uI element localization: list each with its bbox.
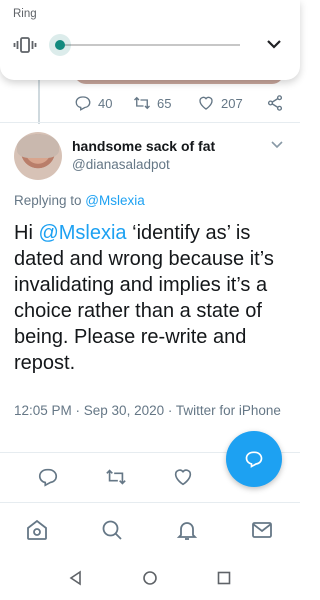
previous-like-button[interactable]: 207: [197, 94, 243, 112]
like-icon[interactable]: [172, 466, 194, 488]
back-icon[interactable]: [68, 570, 84, 586]
tweet-text-body: ‘identify as’ is dated and wrong because…: [14, 222, 274, 374]
more-caret-icon[interactable]: [270, 140, 284, 150]
vibrate-icon[interactable]: [13, 36, 37, 54]
previous-share-button[interactable]: [266, 94, 284, 112]
ring-volume-slider-track[interactable]: [58, 44, 240, 46]
reply-icon: [75, 96, 91, 111]
search-icon[interactable]: [100, 518, 124, 542]
system-navigation-bar: [0, 556, 300, 600]
reply-count: 40: [98, 95, 113, 111]
ring-volume-slider-thumb[interactable]: [55, 40, 65, 50]
divider: [0, 122, 300, 123]
compose-reply-icon: [245, 451, 263, 468]
retweet-icon: [134, 96, 150, 110]
previous-reply-button[interactable]: 40: [74, 94, 112, 112]
previous-retweet-button[interactable]: 65: [133, 94, 171, 112]
tweet-text-prefix: Hi: [14, 222, 39, 244]
ring-label: Ring: [13, 8, 37, 20]
compose-reply-button[interactable]: [226, 431, 282, 487]
replying-to-link[interactable]: @Mslexia: [85, 193, 144, 208]
user-handle[interactable]: @dianasaladpot: [72, 157, 170, 172]
reply-icon[interactable]: [37, 466, 59, 488]
replying-to: Replying to @Mslexia: [14, 193, 145, 208]
home-icon[interactable]: [25, 518, 49, 542]
replying-prefix: Replying to: [14, 193, 86, 208]
avatar-hair: [17, 134, 59, 158]
notifications-icon[interactable]: [175, 518, 199, 542]
home-circle-icon[interactable]: [142, 570, 158, 586]
like-count: 207: [221, 95, 243, 111]
like-icon: [199, 96, 213, 110]
messages-icon[interactable]: [250, 518, 274, 542]
retweet-icon[interactable]: [105, 466, 127, 488]
recents-icon[interactable]: [216, 570, 232, 586]
divider: [0, 502, 300, 503]
tweet-timestamp: 12:05 PM · Sep 30, 2020 · Twitter for iP…: [14, 403, 281, 418]
bottom-navigation: [0, 510, 300, 550]
ring-volume-panel: Ring: [0, 0, 300, 80]
previous-tweet-actions: 40 65 207: [0, 94, 300, 116]
avatar[interactable]: [14, 132, 62, 180]
chevron-down-icon[interactable]: [266, 38, 282, 50]
display-name[interactable]: handsome sack of fat: [72, 138, 215, 154]
tweet-text: Hi @Mslexia ‘identify as’ is dated and w…: [14, 220, 289, 376]
share-icon: [267, 95, 283, 111]
retweet-count: 65: [157, 95, 172, 111]
tweet-mention-link[interactable]: @Mslexia: [38, 222, 126, 244]
